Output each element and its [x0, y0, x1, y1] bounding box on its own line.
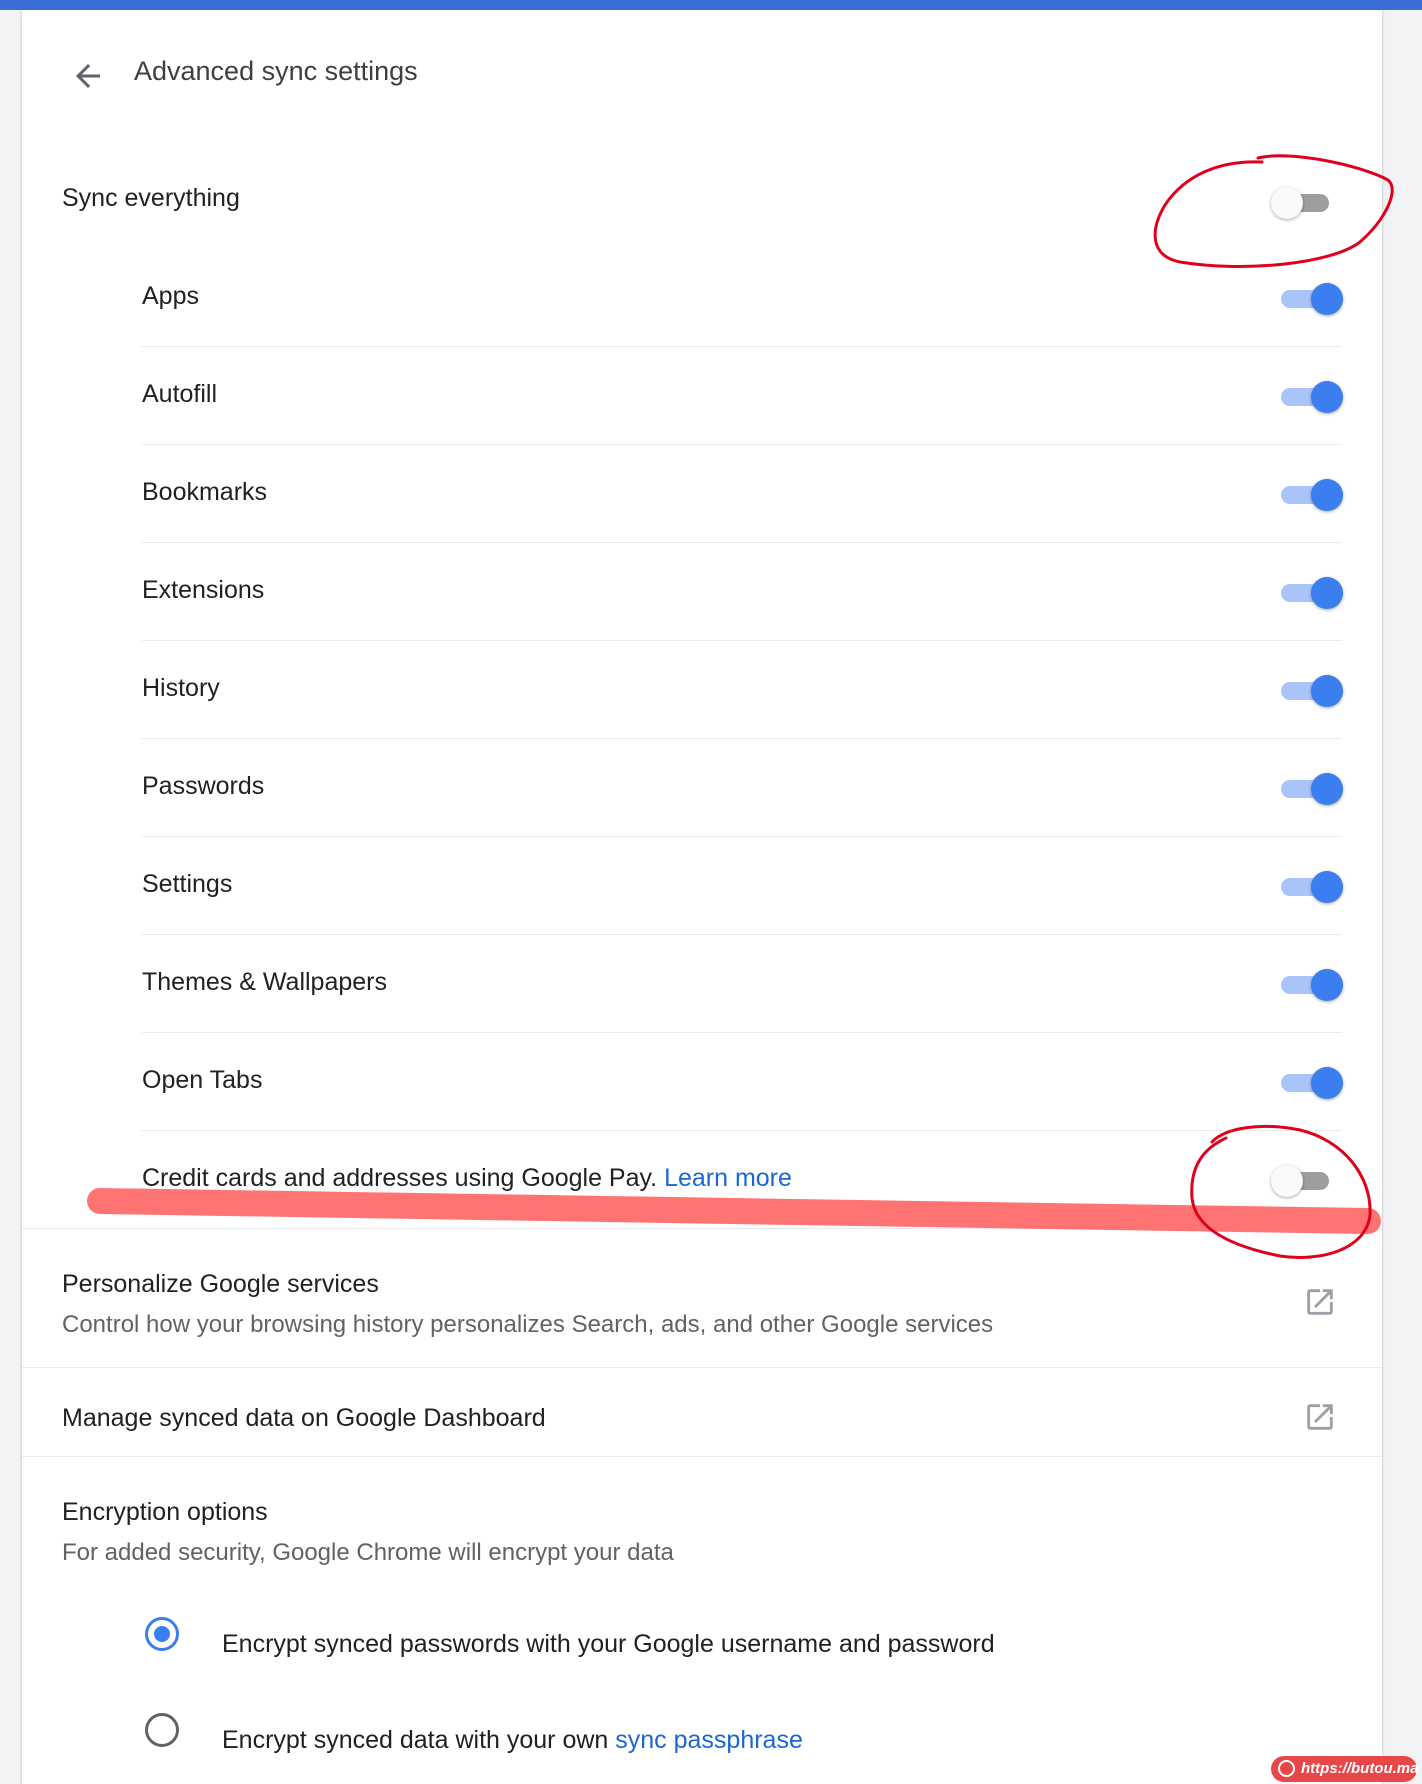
arrow-back-icon: [76, 64, 100, 88]
sync-item-themes-label: Themes & Wallpapers: [142, 968, 387, 996]
sync-item-history-toggle[interactable]: [1279, 674, 1343, 708]
sync-item-extensions-label: Extensions: [142, 576, 265, 604]
encrypt-passphrase-label: Encrypt synced data with your own: [222, 1726, 609, 1754]
divider: [142, 738, 1342, 739]
watermark-logo-icon: [1278, 1760, 1295, 1777]
encrypt-passphrase-row: Encrypt synced data with your own sync p…: [222, 1726, 803, 1755]
sync-item-bookmarks-toggle[interactable]: [1279, 478, 1343, 512]
credit-cards-row: Credit cards and addresses using Google …: [142, 1164, 792, 1193]
dashboard-title: Manage synced data on Google Dashboard: [62, 1404, 546, 1432]
credit-cards-toggle[interactable]: [1271, 1164, 1335, 1198]
learn-more-link[interactable]: Learn more: [664, 1164, 792, 1192]
divider: [142, 542, 1342, 543]
toggle-knob: [1271, 187, 1303, 219]
personalize-google-services-row[interactable]: Personalize Google services Control how …: [22, 1229, 1382, 1367]
sync-item-apps-label: Apps: [142, 282, 199, 310]
page-title: Advanced sync settings: [134, 56, 418, 86]
personalize-title: Personalize Google services: [62, 1270, 379, 1298]
sync-item-apps-toggle[interactable]: [1279, 282, 1343, 316]
open-in-new-icon: [1307, 1289, 1333, 1315]
watermark-text: https://butou.ma: [1301, 1760, 1419, 1777]
encryption-title: Encryption options: [62, 1498, 268, 1526]
google-dashboard-row[interactable]: Manage synced data on Google Dashboard: [22, 1368, 1382, 1466]
credit-cards-label: Credit cards and addresses using Google …: [142, 1164, 658, 1192]
sync-item-open-tabs-toggle[interactable]: [1279, 1066, 1343, 1100]
sync-item-themes-toggle[interactable]: [1279, 968, 1343, 1002]
divider: [142, 640, 1342, 641]
divider: [142, 1130, 1342, 1131]
sync-item-passwords-toggle[interactable]: [1279, 772, 1343, 806]
divider: [142, 444, 1342, 445]
sync-item-history-label: History: [142, 674, 220, 702]
encrypt-google-label: Encrypt synced passwords with your Googl…: [222, 1630, 995, 1658]
sync-item-autofill-toggle[interactable]: [1279, 380, 1343, 414]
open-in-new-icon: [1307, 1404, 1333, 1430]
sync-item-open-tabs-label: Open Tabs: [142, 1066, 263, 1094]
back-button[interactable]: [58, 46, 118, 106]
top-accent-bar: [0, 0, 1422, 10]
sync-item-bookmarks-label: Bookmarks: [142, 478, 268, 506]
watermark-badge: https://butou.ma: [1271, 1756, 1419, 1782]
divider: [142, 346, 1342, 347]
sync-passphrase-link[interactable]: sync passphrase: [615, 1726, 803, 1754]
sync-item-extensions-toggle[interactable]: [1279, 576, 1343, 610]
settings-card: Advanced sync settings Sync everything A…: [22, 10, 1382, 1784]
sync-item-settings-label: Settings: [142, 870, 233, 898]
divider: [142, 934, 1342, 935]
sync-everything-label: Sync everything: [62, 184, 240, 212]
section-divider: [22, 1456, 1382, 1457]
sync-everything-toggle[interactable]: [1271, 186, 1335, 220]
encryption-description: For added security, Google Chrome will e…: [62, 1539, 674, 1566]
sync-item-passwords-label: Passwords: [142, 772, 265, 800]
divider: [142, 836, 1342, 837]
sync-item-autofill-label: Autofill: [142, 380, 218, 408]
personalize-description: Control how your browsing history person…: [62, 1311, 994, 1338]
divider: [142, 1032, 1342, 1033]
sync-item-settings-toggle[interactable]: [1279, 870, 1343, 904]
encrypt-passphrase-radio[interactable]: [145, 1713, 179, 1747]
encrypt-google-radio[interactable]: [145, 1617, 179, 1651]
